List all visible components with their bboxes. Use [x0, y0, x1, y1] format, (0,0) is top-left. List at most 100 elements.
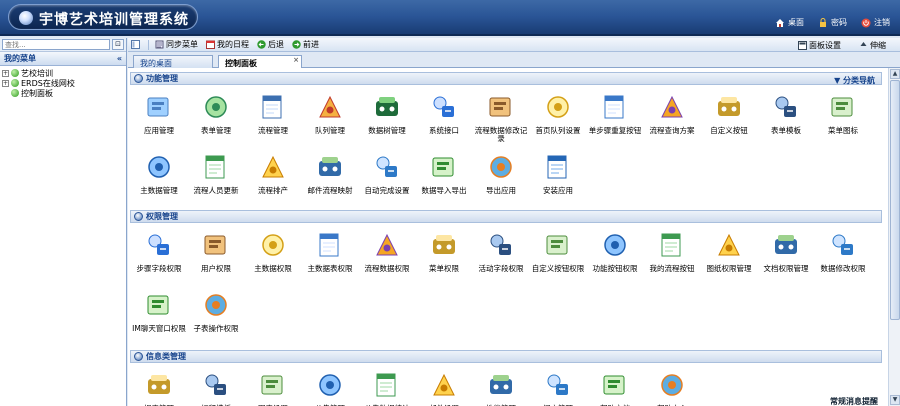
section-toggle-icon[interactable]	[134, 74, 143, 83]
tree-item-control-panel[interactable]: 控制面板	[2, 88, 124, 98]
install-cd-icon	[547, 155, 567, 179]
settings-panel-icon	[798, 41, 807, 50]
control-item[interactable]: 步骤字段权限	[130, 231, 188, 273]
clipboard-icon	[376, 373, 396, 397]
edit-record-icon	[489, 97, 511, 117]
control-item[interactable]: 性能管理	[472, 371, 530, 406]
expand-icon[interactable]: +	[2, 79, 9, 87]
tree-item-art-training[interactable]: + 艺校培训	[2, 68, 124, 78]
header-links: 桌面 密码 注销	[775, 17, 890, 28]
section-title: 功能管理	[146, 74, 178, 83]
my-schedule-button[interactable]: 我的日程	[206, 39, 249, 50]
section-header[interactable]: 信息类管理	[130, 350, 882, 363]
control-item[interactable]: 子表操作权限	[187, 291, 245, 333]
control-item[interactable]: 单步骤重复按钮	[586, 93, 644, 135]
control-item[interactable]: 主数据表权限	[301, 231, 359, 273]
control-item[interactable]: 图纸权限管理	[700, 231, 758, 273]
control-item[interactable]: 自定义按钮权限	[529, 231, 587, 273]
document-key-icon	[775, 235, 797, 254]
control-item[interactable]: 数据导入导出	[415, 153, 473, 195]
tab-close-icon[interactable]: ×	[293, 56, 299, 64]
activity-field-icon	[490, 234, 511, 255]
control-item-label: 流程人员更新	[193, 186, 239, 195]
panel-settings-button[interactable]: 面板设置	[798, 40, 841, 51]
control-item[interactable]: 队列管理	[301, 93, 359, 135]
scroll-up-icon[interactable]: ▲	[890, 69, 900, 79]
control-item[interactable]: 邮件设置	[415, 371, 473, 406]
collapse-button[interactable]: «	[117, 54, 122, 63]
magnifier-icon	[376, 156, 397, 177]
control-item[interactable]: 报表管理	[130, 371, 188, 406]
section-toggle-icon[interactable]	[134, 352, 143, 361]
scroll-thumb[interactable]	[890, 80, 900, 320]
refresh-arrows-icon	[205, 155, 225, 179]
printer-icon	[205, 374, 226, 395]
section-header[interactable]: 功能管理 ▼ 分类导航	[130, 72, 882, 85]
control-item[interactable]: 数据树管理	[358, 93, 416, 135]
section-items: 应用管理 表单管理 流程管理 队列管理 数据树管理 系统接口 流程数据修改记录 首页队列设置单…	[130, 85, 882, 209]
control-item[interactable]: 数据修改权限	[814, 231, 872, 273]
control-item-label: 数据树管理	[368, 126, 406, 135]
control-item[interactable]: 文档权限管理	[757, 231, 815, 273]
toggle-sidebar-button[interactable]	[131, 40, 140, 49]
control-item[interactable]: 系统接口	[415, 93, 473, 135]
stretch-button[interactable]: 伸缩	[859, 40, 886, 51]
control-item[interactable]: 表单模板	[757, 93, 815, 135]
control-item[interactable]: 菜单权限	[415, 231, 473, 273]
control-item[interactable]: 我的流程按钮	[643, 231, 701, 273]
desktop-link[interactable]: 桌面	[775, 17, 804, 28]
forward-arrow-icon	[292, 40, 301, 49]
control-item[interactable]: 流程数据权限	[358, 231, 416, 273]
forward-button[interactable]: 前进	[292, 39, 319, 50]
control-item[interactable]: 流程人员更新	[187, 153, 245, 195]
control-item[interactable]: 首页队列设置	[529, 93, 587, 135]
control-item[interactable]: 活动字段权限	[472, 231, 530, 273]
control-item[interactable]: 流程查询方案	[643, 93, 701, 135]
control-item[interactable]: 用户权限	[187, 231, 245, 273]
section-header[interactable]: 权限管理	[130, 210, 882, 223]
section-items: 步骤字段权限 用户权限 主数据权限 主数据表权限 流程数据权限 菜单权限 活动字段权限 自定义…	[130, 223, 882, 347]
control-item[interactable]: 公告数据统计	[358, 371, 416, 406]
tab-control-panel[interactable]: 控制面板 ×	[218, 55, 302, 69]
chat-lock-icon	[147, 295, 169, 315]
control-item[interactable]: 主数据管理	[130, 153, 188, 195]
control-item[interactable]: 应用管理	[130, 93, 188, 135]
control-item[interactable]: 表单管理	[187, 93, 245, 135]
control-item[interactable]: 帮助文档	[586, 371, 644, 406]
control-item[interactable]: 自定义按钮	[700, 93, 758, 135]
section-items: 报表管理打印模板图表设置公告管理公告数据统计邮件设置性能管理门户管理帮助文档帮助…	[130, 363, 882, 406]
password-link[interactable]: 密码	[818, 17, 847, 28]
vertical-scrollbar[interactable]: ▲ ▼	[888, 68, 900, 406]
panel-icon	[131, 40, 140, 49]
logout-link[interactable]: 注销	[861, 17, 890, 28]
control-item[interactable]: 功能按钮权限	[586, 231, 644, 273]
search-button[interactable]: ⊡	[112, 39, 124, 50]
control-item[interactable]: 主数据权限	[244, 231, 302, 273]
search-input[interactable]	[2, 39, 110, 50]
control-item[interactable]: 帮助中心	[643, 371, 701, 406]
control-item[interactable]: 自动完成设置	[358, 153, 416, 195]
tab-my-desktop[interactable]: 我的桌面	[133, 55, 213, 68]
control-item[interactable]: 流程排产	[244, 153, 302, 195]
node-icon	[11, 69, 19, 77]
control-item[interactable]: 导出应用	[472, 153, 530, 195]
section-toggle-icon[interactable]	[134, 212, 143, 221]
control-item[interactable]: IM聊天窗口权限	[130, 291, 188, 333]
control-item[interactable]: 门户管理	[529, 371, 587, 406]
message-reminder-panel[interactable]: 常规消息提醒	[826, 396, 878, 406]
tree-item-erds-school[interactable]: + ERDS在线网校	[2, 78, 124, 88]
control-item[interactable]: 流程数据修改记录	[472, 93, 530, 143]
sync-menu-button[interactable]: 同步菜单	[155, 39, 198, 50]
control-item[interactable]: 流程管理	[244, 93, 302, 135]
control-item[interactable]: 打印模板	[187, 371, 245, 406]
back-button[interactable]: 后退	[257, 39, 284, 50]
control-item[interactable]: 邮件流程映射	[301, 153, 359, 195]
scroll-down-icon[interactable]: ▼	[890, 395, 900, 405]
control-item[interactable]: 图表设置	[244, 371, 302, 406]
control-item[interactable]: 公告管理	[301, 371, 359, 406]
expand-icon[interactable]: +	[2, 69, 9, 77]
control-item-label: 流程管理	[258, 126, 288, 135]
control-item[interactable]: 菜单图标	[814, 93, 872, 135]
control-item-label: 步骤字段权限	[136, 264, 182, 273]
control-item[interactable]: 安装应用	[529, 153, 587, 195]
